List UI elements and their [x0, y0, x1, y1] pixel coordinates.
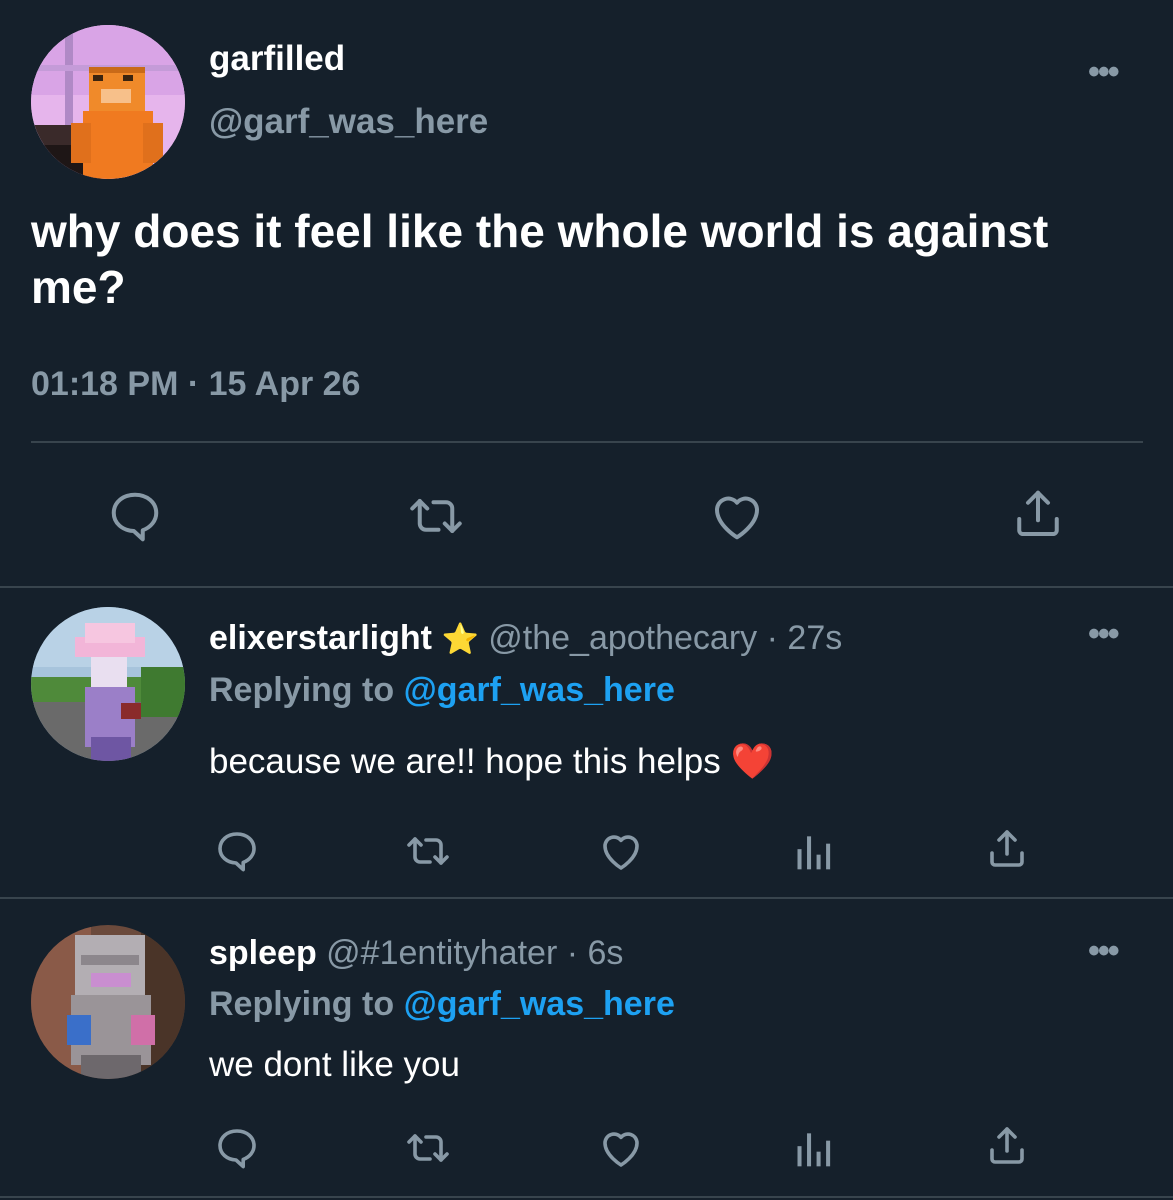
replying-to-handle[interactable]: @garf_was_here — [404, 985, 675, 1023]
reply-separator: · — [566, 934, 579, 972]
share-icon[interactable] — [1008, 484, 1068, 544]
like-icon[interactable] — [707, 486, 767, 546]
replying-to: Replying to @garf_was_here — [209, 984, 675, 1024]
reply-text-body: because we are!! hope this helps — [209, 742, 721, 781]
retweet-icon[interactable] — [405, 486, 467, 546]
retweet-icon[interactable] — [403, 827, 453, 875]
author-display-name[interactable]: garfilled — [209, 39, 345, 79]
avatar-spleep[interactable] — [31, 925, 185, 1079]
tweet-divider — [31, 441, 1143, 443]
tweet-text: why does it feel like the whole world is… — [31, 205, 1049, 313]
reply-section-divider — [0, 586, 1173, 588]
reply-handle[interactable]: @the_apothecary — [488, 619, 757, 657]
bottom-divider — [0, 1196, 1173, 1198]
avatar-elixerstarlight[interactable] — [31, 607, 185, 761]
timestamp-separator: · — [187, 365, 200, 403]
reply-display-name[interactable]: spleep — [209, 934, 317, 972]
elixerstarlight-avatar-art — [31, 607, 185, 761]
retweet-icon[interactable] — [403, 1124, 453, 1172]
reply-header: spleep @#1entityhater · 6s — [209, 933, 623, 973]
more-options-icon[interactable]: ••• — [1088, 934, 1120, 968]
reply-header: elixerstarlight ⭐ @the_apothecary · 27s — [209, 618, 842, 660]
reply-text: because we are!! hope this helps ❤️ — [209, 741, 774, 783]
reply-display-name[interactable]: elixerstarlight — [209, 619, 432, 657]
reply-age[interactable]: 6s — [588, 934, 624, 972]
reply-text: we dont like you — [209, 1045, 460, 1084]
analytics-icon[interactable] — [792, 829, 836, 873]
tweet-timestamp: 01:18 PM · 15 Apr 26 — [31, 364, 360, 404]
reply-handle[interactable]: @#1entityhater — [326, 934, 557, 972]
share-icon[interactable] — [983, 825, 1031, 873]
replying-to-prefix: Replying to — [209, 671, 395, 709]
reply-divider — [0, 897, 1173, 899]
share-icon[interactable] — [983, 1122, 1031, 1170]
like-icon[interactable] — [597, 827, 645, 875]
reply-separator: · — [766, 619, 778, 657]
more-options-icon[interactable]: ••• — [1088, 617, 1120, 651]
analytics-icon[interactable] — [792, 1126, 836, 1170]
star-emoji-icon: ⭐ — [441, 623, 479, 656]
reply-icon[interactable] — [105, 486, 165, 546]
garfield-avatar-art — [31, 25, 185, 179]
heart-emoji-icon: ❤️ — [730, 742, 775, 781]
tweet-date: 15 Apr 26 — [208, 365, 361, 403]
avatar-garfilled[interactable] — [31, 25, 185, 179]
reply-icon[interactable] — [213, 827, 261, 875]
replying-to-prefix: Replying to — [209, 985, 395, 1023]
like-icon[interactable] — [597, 1124, 645, 1172]
replying-to-handle[interactable]: @garf_was_here — [404, 671, 675, 709]
spleep-avatar-art — [31, 925, 185, 1079]
author-handle[interactable]: @garf_was_here — [209, 102, 488, 142]
reply-age[interactable]: 27s — [787, 619, 842, 657]
more-options-icon[interactable]: ••• — [1088, 55, 1120, 89]
replying-to: Replying to @garf_was_here — [209, 670, 675, 710]
reply-icon[interactable] — [213, 1124, 261, 1172]
tweet-time: 01:18 PM — [31, 365, 179, 403]
